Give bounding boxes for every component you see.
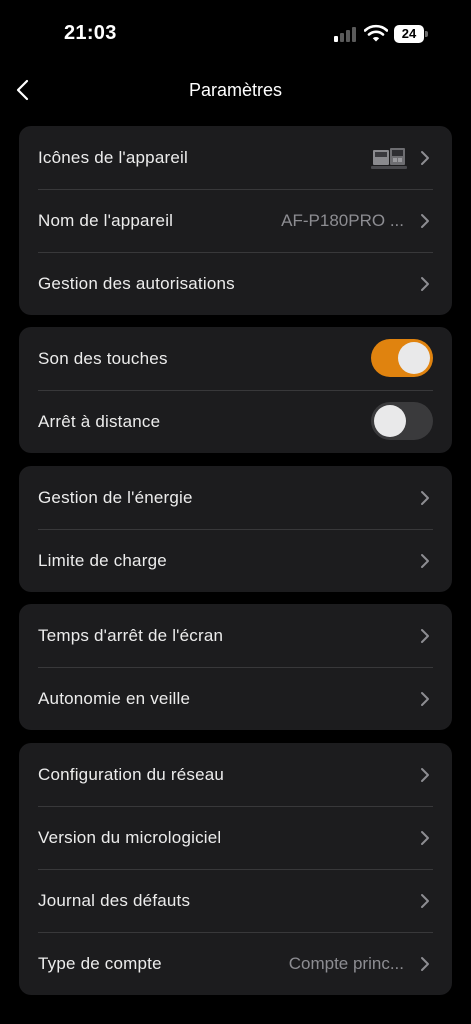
device-icon-row[interactable]: Icônes de l'appareil bbox=[19, 126, 452, 189]
chevron-right-icon bbox=[421, 629, 429, 643]
firmware-version-label: Version du micrologiciel bbox=[38, 828, 222, 847]
chevron-right-icon bbox=[421, 277, 429, 291]
screen-timeout-label: Temps d'arrêt de l'écran bbox=[38, 626, 224, 645]
chevron-right-icon bbox=[421, 151, 429, 165]
chevron-right-icon bbox=[421, 554, 429, 568]
network-config-label: Configuration du réseau bbox=[38, 765, 225, 784]
status-bar: 21:03 24 bbox=[0, 0, 471, 70]
power-settings-group: Gestion de l'énergie Limite de charge bbox=[19, 466, 452, 592]
cellular-signal-icon bbox=[334, 26, 358, 42]
screen-settings-group: Temps d'arrêt de l'écran Autonomie en ve… bbox=[19, 604, 452, 730]
permissions-row[interactable]: Gestion des autorisations bbox=[19, 252, 452, 315]
wifi-icon bbox=[364, 24, 388, 42]
fault-log-label: Journal des défauts bbox=[38, 891, 191, 910]
system-settings-group: Configuration du réseau Version du micro… bbox=[19, 743, 452, 995]
key-sound-toggle[interactable] bbox=[371, 339, 433, 377]
remote-off-toggle[interactable] bbox=[371, 402, 433, 440]
account-type-row[interactable]: Type de compte Compte princ... bbox=[19, 932, 452, 995]
battery-icon: 24 bbox=[394, 25, 430, 43]
device-name-value: AF-P180PRO ... bbox=[281, 211, 404, 230]
chevron-right-icon bbox=[421, 831, 429, 845]
permissions-label: Gestion des autorisations bbox=[38, 274, 235, 293]
charge-limit-label: Limite de charge bbox=[38, 551, 167, 570]
status-time: 21:03 bbox=[64, 22, 117, 44]
page-title: Paramètres bbox=[188, 80, 283, 100]
device-icon-label: Icônes de l'appareil bbox=[38, 148, 188, 167]
remote-off-label: Arrêt à distance bbox=[38, 412, 161, 431]
standby-row[interactable]: Autonomie en veille bbox=[19, 667, 452, 730]
firmware-version-row[interactable]: Version du micrologiciel bbox=[19, 806, 452, 869]
screen-timeout-row[interactable]: Temps d'arrêt de l'écran bbox=[19, 604, 452, 667]
device-settings-group: Icônes de l'appareil Nom de l'appareil A… bbox=[19, 126, 452, 315]
chevron-right-icon bbox=[421, 491, 429, 505]
chevron-right-icon bbox=[421, 957, 429, 971]
network-config-row[interactable]: Configuration du réseau bbox=[19, 743, 452, 806]
chevron-right-icon bbox=[421, 214, 429, 228]
account-type-value: Compte princ... bbox=[288, 954, 404, 973]
standby-label: Autonomie en veille bbox=[38, 689, 191, 708]
chevron-right-icon bbox=[421, 768, 429, 782]
energy-management-label: Gestion de l'énergie bbox=[38, 488, 193, 507]
device-name-row[interactable]: Nom de l'appareil AF-P180PRO ... bbox=[19, 189, 452, 252]
device-name-label: Nom de l'appareil bbox=[38, 211, 174, 230]
chevron-right-icon bbox=[421, 894, 429, 908]
fault-log-row[interactable]: Journal des défauts bbox=[19, 869, 452, 932]
key-sound-row: Son des touches bbox=[19, 327, 452, 390]
energy-management-row[interactable]: Gestion de l'énergie bbox=[19, 466, 452, 529]
remote-off-row: Arrêt à distance bbox=[19, 390, 452, 453]
battery-level: 24 bbox=[394, 25, 424, 43]
chevron-right-icon bbox=[421, 692, 429, 706]
nav-header: Paramètres bbox=[0, 70, 471, 112]
charge-limit-row[interactable]: Limite de charge bbox=[19, 529, 452, 592]
account-type-label: Type de compte bbox=[38, 954, 162, 973]
key-sound-label: Son des touches bbox=[38, 349, 168, 368]
sound-settings-group: Son des touches Arrêt à distance bbox=[19, 327, 452, 453]
device-thumbnail-icon bbox=[371, 148, 407, 169]
